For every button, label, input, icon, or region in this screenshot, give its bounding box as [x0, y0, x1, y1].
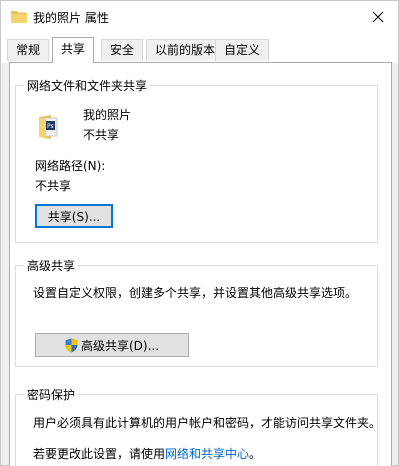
change-setting-prefix: 若要更改此设置，请使用: [33, 447, 166, 461]
change-setting-text: 若要更改此设置，请使用网络和共享中心。: [33, 445, 261, 462]
folder-icon: [11, 11, 27, 23]
share-button[interactable]: 共享(S)...: [35, 204, 113, 228]
tab-customize[interactable]: 自定义: [215, 39, 270, 61]
tab-general[interactable]: 常规: [7, 39, 50, 61]
shield-icon: [65, 338, 78, 352]
network-path-value: 不共享: [35, 179, 72, 193]
tab-previous-versions[interactable]: 以前的版本: [146, 39, 225, 61]
svg-text:Ps: Ps: [47, 123, 54, 130]
advanced-sharing-button[interactable]: 高级共享(D)...: [35, 333, 189, 357]
window-title: 我的照片 属性: [33, 11, 109, 25]
folder-share-status: 不共享: [83, 128, 120, 142]
network-sharing-center-link[interactable]: 网络和共享中心: [165, 447, 249, 461]
password-protection-legend: 密码保护: [24, 386, 79, 403]
tab-sharing[interactable]: 共享: [52, 37, 95, 63]
close-icon: [372, 11, 384, 23]
shared-folder-icon: Ps: [39, 115, 58, 139]
folder-name: 我的照片: [83, 108, 132, 122]
network-sharing-legend: 网络文件和文件夹共享: [24, 77, 151, 94]
properties-window: 我的照片 属性 常规 共享 安全 以前的版本 自定义 网络文件和文件夹共享 Ps…: [0, 0, 399, 466]
advanced-sharing-description: 设置自定义权限，创建多个共享，并设置其他高级共享选项。: [33, 286, 358, 300]
title-bar[interactable]: 我的照片 属性: [1, 1, 398, 33]
advanced-sharing-button-label: 高级共享(D)...: [80, 338, 160, 353]
tab-security[interactable]: 安全: [101, 39, 144, 61]
close-button[interactable]: [358, 1, 398, 33]
password-protection-description: 用户必须具有此计算机的用户帐户和密码，才能访问共享文件夹。: [33, 416, 382, 430]
change-setting-suffix: 。: [249, 447, 262, 461]
advanced-sharing-legend: 高级共享: [24, 257, 79, 274]
network-path-label: 网络路径(N):: [35, 159, 106, 173]
